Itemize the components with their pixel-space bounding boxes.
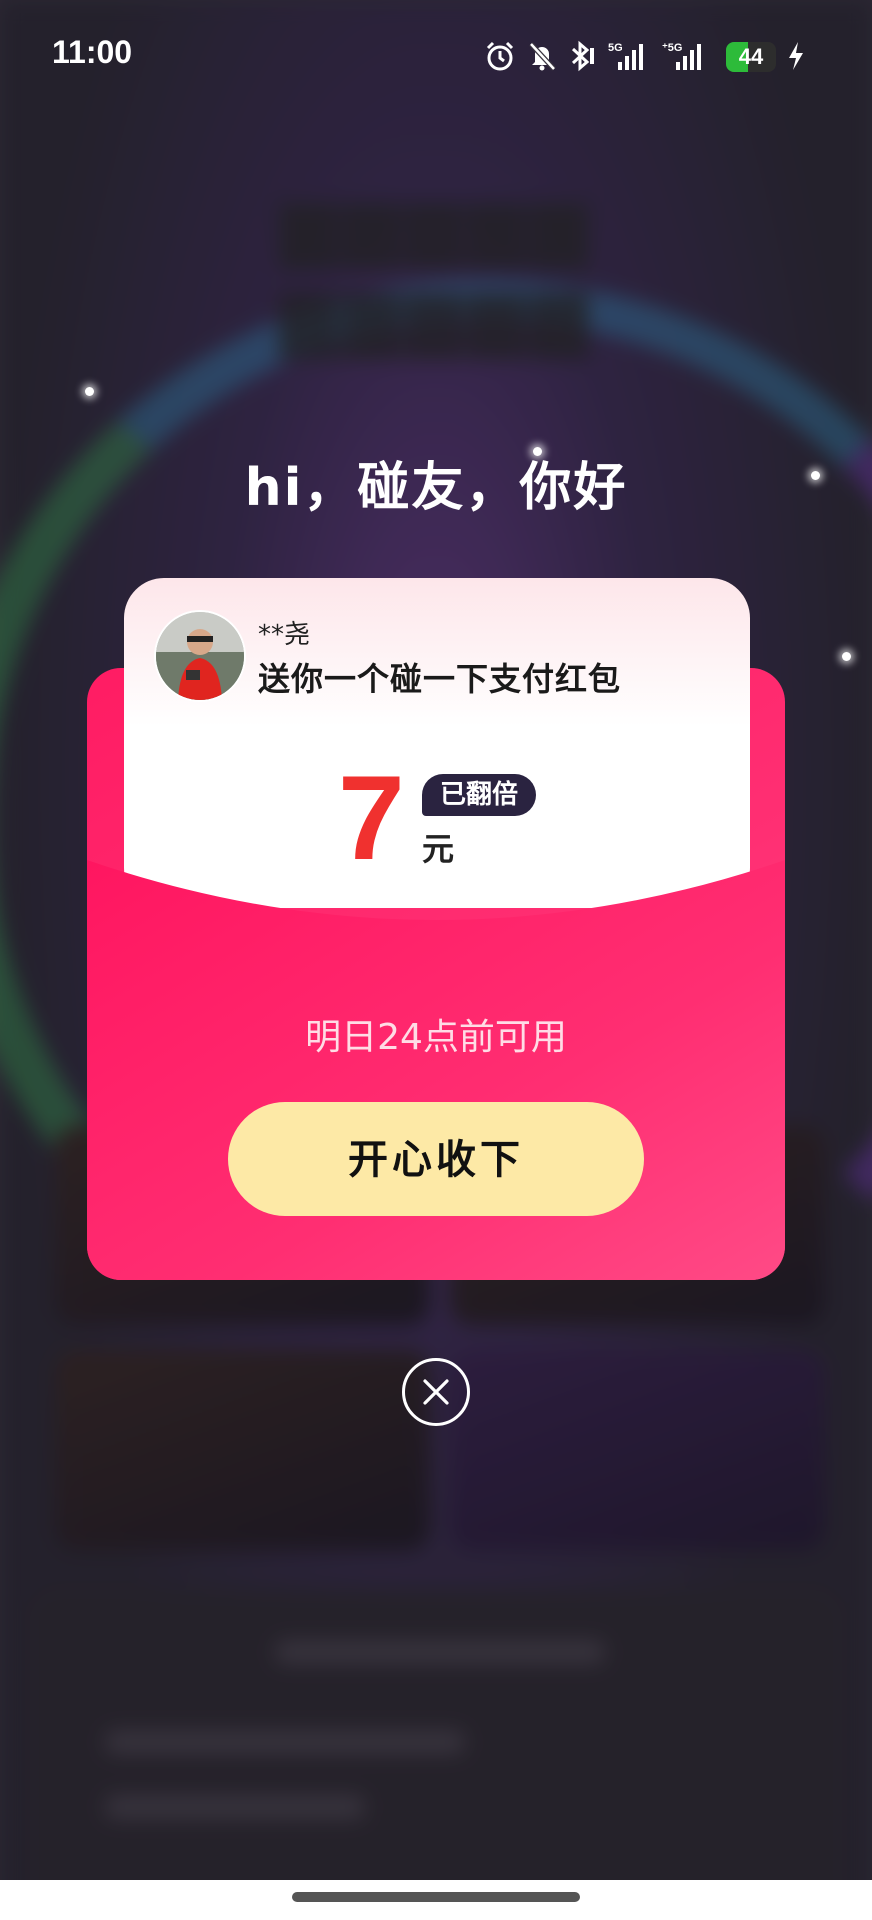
mute-bell-icon [526,40,558,72]
battery-icon: 44 [726,42,776,72]
avatar [154,610,246,702]
svg-text:5G: 5G [608,42,623,54]
screen: ▆▆▆▆▆ ▆▆▆▆▆ 11:00 5G ⁺5G 44 hi，碰友，你好 **尧… [0,0,872,1920]
status-time: 11:00 [52,34,133,70]
red-envelope-front-flap [87,860,785,1280]
svg-text:⁺5G: ⁺5G [662,42,682,54]
greeting-title: hi，碰友，你好 [244,458,628,518]
home-indicator[interactable] [292,1892,580,1902]
charging-icon [786,40,806,72]
accept-button[interactable]: 开心收下 [228,1102,644,1216]
alarm-icon [484,40,516,72]
signal-5g-icon: 5G [608,40,650,72]
close-icon [423,1379,449,1405]
red-packet-letter-card: **尧 送你一个碰一下支付红包 7 已翻倍 元 [124,578,750,908]
expiry-note: 明日24点前可用 [305,1017,567,1058]
battery-level: 44 [738,44,764,69]
sparkle [85,387,94,396]
close-button[interactable] [402,1358,470,1426]
doubled-badge: 已翻倍 [422,774,537,816]
bluetooth-icon [566,40,596,72]
status-bar: 11:00 5G ⁺5G 44 [0,0,872,110]
signal-5g-icon: ⁺5G [662,40,710,72]
gift-message: 送你一个碰一下支付红包 [258,660,622,698]
sparkle [842,652,851,661]
sender-name: **尧 [258,620,311,650]
